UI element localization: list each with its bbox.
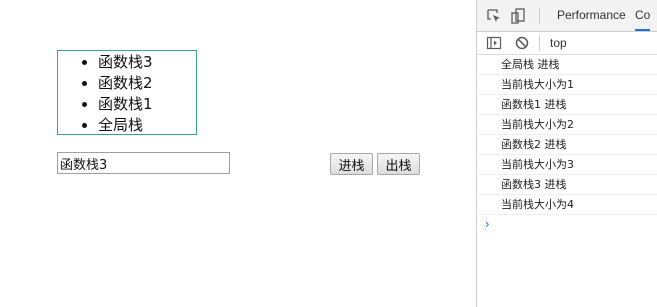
console-prompt-chevron-icon[interactable]: › <box>477 215 657 233</box>
stack-item: 函数栈3 <box>98 52 196 73</box>
inspect-element-icon[interactable] <box>486 8 502 24</box>
stack-list-box: 函数栈3 函数栈2 函数栈1 全局栈 <box>57 50 197 135</box>
sidebar-toggle-icon[interactable] <box>486 35 502 51</box>
console-message: 函数栈2 进栈 <box>477 135 657 155</box>
stack-name-input[interactable] <box>57 152 230 174</box>
context-selector[interactable]: top <box>550 35 567 51</box>
console-toolbar: top <box>477 32 657 55</box>
stack-item: 函数栈2 <box>98 73 196 94</box>
clear-console-icon[interactable] <box>514 35 530 51</box>
console-message: 当前栈大小为3 <box>477 155 657 175</box>
tab-performance[interactable]: Performance <box>557 0 626 31</box>
devtools-panel: Performance Co top 全局栈 进栈 当前栈大小为1 函数栈1 进… <box>476 0 657 307</box>
console-message: 当前栈大小为1 <box>477 75 657 95</box>
toolbar-divider <box>539 8 540 24</box>
device-toolbar-icon[interactable] <box>510 8 526 24</box>
devtools-tab-bar: Performance Co <box>477 0 657 32</box>
stack-item: 函数栈1 <box>98 94 196 115</box>
console-message: 函数栈1 进栈 <box>477 95 657 115</box>
push-button[interactable]: 进栈 <box>330 153 373 175</box>
console-message: 全局栈 进栈 <box>477 55 657 75</box>
stack-item: 全局栈 <box>98 115 196 136</box>
console-message: 当前栈大小为2 <box>477 115 657 135</box>
stack-list: 函数栈3 函数栈2 函数栈1 全局栈 <box>58 51 196 136</box>
console-message: 当前栈大小为4 <box>477 195 657 215</box>
toolbar-divider <box>539 35 540 51</box>
console-log: 全局栈 进栈 当前栈大小为1 函数栈1 进栈 当前栈大小为2 函数栈2 进栈 当… <box>477 55 657 215</box>
console-message: 函数栈3 进栈 <box>477 175 657 195</box>
pop-button[interactable]: 出栈 <box>377 153 420 175</box>
tab-console[interactable]: Co <box>635 0 651 31</box>
